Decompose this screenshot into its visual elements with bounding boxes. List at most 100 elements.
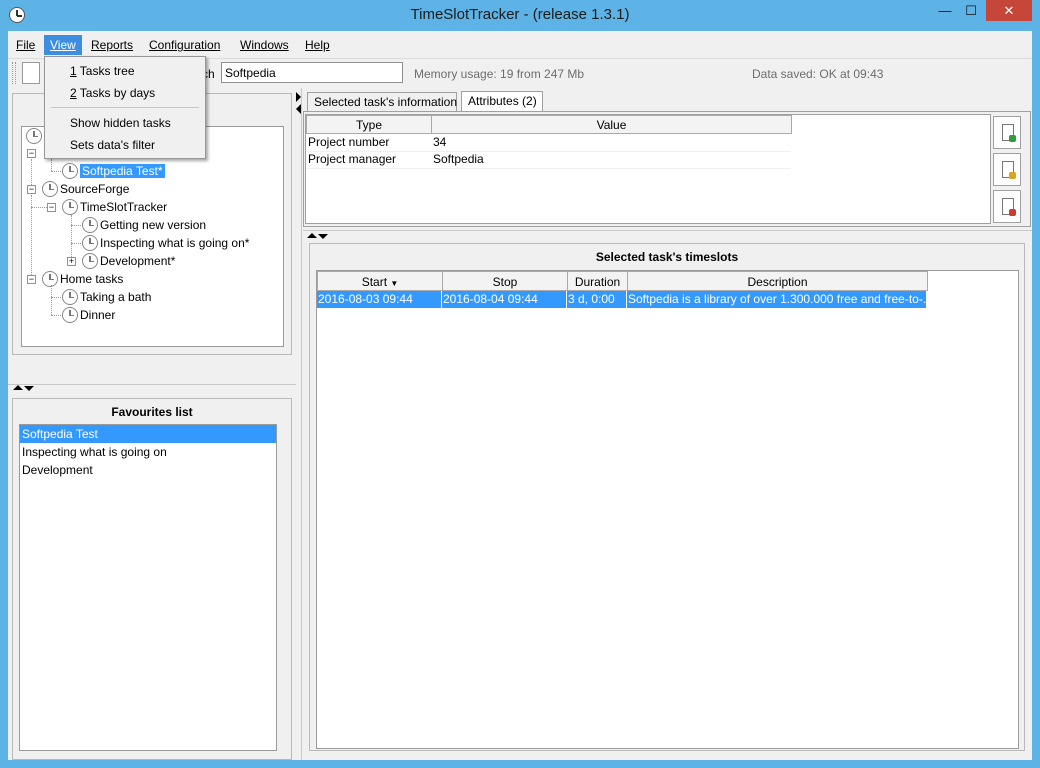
tree-node-label: Softpedia Test* <box>80 164 165 178</box>
menu-item-tasks-by-days[interactable]: 2 Tasks by days <box>46 83 204 103</box>
column-header-value[interactable]: Value <box>431 115 792 134</box>
menu-item-show-hidden-tasks[interactable]: Show hidden tasks <box>46 113 204 133</box>
collapse-icon[interactable]: − <box>27 185 36 194</box>
menu-bar: File View Reports Configuration Windows … <box>8 31 1032 57</box>
collapse-right-icon[interactable] <box>296 92 301 102</box>
window-title: TimeSlotTracker - (release 1.3.1) <box>410 6 630 23</box>
expand-icon[interactable]: + <box>67 257 76 266</box>
timeslot-duration-cell[interactable]: 3 d, 0:00 <box>567 291 627 308</box>
app-window: TimeSlotTracker - (release 1.3.1) — ☐ ✕ … <box>0 0 1040 768</box>
menu-file-label: File <box>16 38 36 52</box>
menu-reports[interactable]: Reports <box>85 35 139 55</box>
menu-windows[interactable]: Windows <box>234 35 295 55</box>
new-document-icon[interactable] <box>22 62 40 84</box>
menu-file[interactable]: File <box>10 35 41 55</box>
column-header-description[interactable]: Description <box>627 271 928 291</box>
column-header-duration[interactable]: Duration <box>567 271 628 291</box>
menu-windows-label: Windows <box>240 38 289 52</box>
favourites-list[interactable]: Softpedia Test Inspecting what is going … <box>19 424 277 751</box>
edit-attribute-button[interactable] <box>993 153 1021 186</box>
attributes-panel: Type Value Project number 34 Project man… <box>303 111 1031 227</box>
clock-icon <box>62 163 78 179</box>
right-splitter[interactable] <box>303 230 1032 239</box>
collapse-down-icon[interactable] <box>24 386 34 391</box>
title-bar[interactable]: TimeSlotTracker - (release 1.3.1) — ☐ ✕ <box>0 0 1040 31</box>
toolbar-grip[interactable] <box>12 62 16 84</box>
tree-node-development[interactable]: Development* <box>100 252 175 270</box>
timeslots-panel: Selected task's timeslots Start ▼ Stop D… <box>309 243 1025 751</box>
column-header-stop[interactable]: Stop <box>442 271 568 291</box>
sort-descending-icon: ▼ <box>390 279 399 288</box>
tasks-tree[interactable]: − Softpedia Test* − SourceForge − TimeSl… <box>21 126 284 347</box>
clock-icon <box>62 199 78 215</box>
collapse-icon[interactable]: − <box>27 275 36 284</box>
tree-node-taking-a-bath[interactable]: Taking a bath <box>80 288 151 306</box>
clock-icon <box>62 307 78 323</box>
favourite-item[interactable]: Softpedia Test <box>20 425 276 443</box>
menu-configuration[interactable]: Configuration <box>143 35 226 55</box>
collapse-left-icon[interactable] <box>296 104 301 114</box>
left-pane: − Softpedia Test* − SourceForge − TimeSl… <box>8 88 296 760</box>
tab-attributes[interactable]: Attributes (2) <box>461 91 543 113</box>
clock-icon <box>26 128 42 144</box>
tree-node-inspecting[interactable]: Inspecting what is going on* <box>100 234 249 252</box>
tab-selected-task-information[interactable]: Selected task's information <box>307 92 457 112</box>
maximize-button[interactable]: ☐ <box>958 0 984 21</box>
delete-attribute-button[interactable] <box>993 190 1021 223</box>
clock-icon <box>82 217 98 233</box>
tree-node-home-tasks[interactable]: Home tasks <box>60 270 123 288</box>
vertical-splitter[interactable] <box>296 88 302 760</box>
tree-node-timeslottracker[interactable]: TimeSlotTracker <box>80 198 167 216</box>
tree-node-sourceforge[interactable]: SourceForge <box>60 180 129 198</box>
timeslots-title: Selected task's timeslots <box>595 250 739 264</box>
column-header-start[interactable]: Start ▼ <box>317 271 443 291</box>
attribute-value-cell[interactable]: 34 <box>431 134 791 151</box>
left-splitter[interactable] <box>8 384 296 391</box>
clock-icon <box>82 253 98 269</box>
menu-separator <box>51 107 199 108</box>
minus-badge-icon <box>1009 209 1016 216</box>
right-pane: Selected task's information Attributes (… <box>303 88 1032 760</box>
tree-node-softpedia-test[interactable]: Softpedia Test* <box>80 162 165 180</box>
menu-item-label: Tasks tree <box>76 64 135 78</box>
data-saved-status: Data saved: OK at 09:43 <box>752 67 884 81</box>
add-attribute-button[interactable] <box>993 116 1021 149</box>
close-button[interactable]: ✕ <box>986 0 1032 21</box>
timeslot-start-cell[interactable]: 2016-08-03 09:44 <box>317 291 442 308</box>
column-header-label: Start <box>361 275 388 289</box>
tree-node-dinner[interactable]: Dinner <box>80 306 115 324</box>
favourite-item[interactable]: Development <box>20 461 276 479</box>
attribute-type-cell[interactable]: Project number <box>306 134 431 151</box>
timeslot-description-cell[interactable]: Softpedia is a library of over 1.300.000… <box>627 291 927 308</box>
clock-icon <box>82 235 98 251</box>
menu-item-sets-data-filter[interactable]: Sets data's filter <box>46 135 204 155</box>
favourites-panel: Favourites list Softpedia Test Inspectin… <box>12 398 292 760</box>
menu-configuration-label: Configuration <box>149 38 221 52</box>
menu-item-tasks-tree[interactable]: 1 Tasks tree <box>46 61 204 81</box>
plus-badge-icon <box>1009 135 1016 142</box>
favourite-item[interactable]: Inspecting what is going on <box>20 443 276 461</box>
memory-usage-status: Memory usage: 19 from 247 Mb <box>414 67 585 81</box>
clock-icon <box>42 271 58 287</box>
column-header-type[interactable]: Type <box>306 115 432 134</box>
menu-reports-label: Reports <box>91 38 134 52</box>
menu-item-accelerator: 1 <box>70 64 77 78</box>
tree-node-getting-new-version[interactable]: Getting new version <box>100 216 206 234</box>
timeslot-stop-cell[interactable]: 2016-08-04 09:44 <box>442 291 567 308</box>
collapse-up-icon[interactable] <box>13 385 23 390</box>
menu-view[interactable]: View <box>44 35 82 55</box>
minimize-button[interactable]: — <box>932 0 958 21</box>
collapse-down-icon[interactable] <box>318 234 328 239</box>
collapse-icon[interactable]: − <box>27 149 36 158</box>
search-input[interactable] <box>221 62 403 83</box>
clock-icon <box>42 181 58 197</box>
timeslots-table[interactable]: Start ▼ Stop Duration Description 2016-0… <box>316 270 1019 749</box>
collapse-icon[interactable]: − <box>47 203 56 212</box>
attributes-table[interactable]: Type Value Project number 34 Project man… <box>305 114 991 224</box>
collapse-up-icon[interactable] <box>307 233 317 238</box>
menu-item-accelerator: 2 <box>70 86 77 100</box>
menu-view-label: View <box>50 38 76 52</box>
attribute-value-cell[interactable]: Softpedia <box>431 151 791 168</box>
menu-help[interactable]: Help <box>299 35 336 55</box>
attribute-type-cell[interactable]: Project manager <box>306 151 431 168</box>
